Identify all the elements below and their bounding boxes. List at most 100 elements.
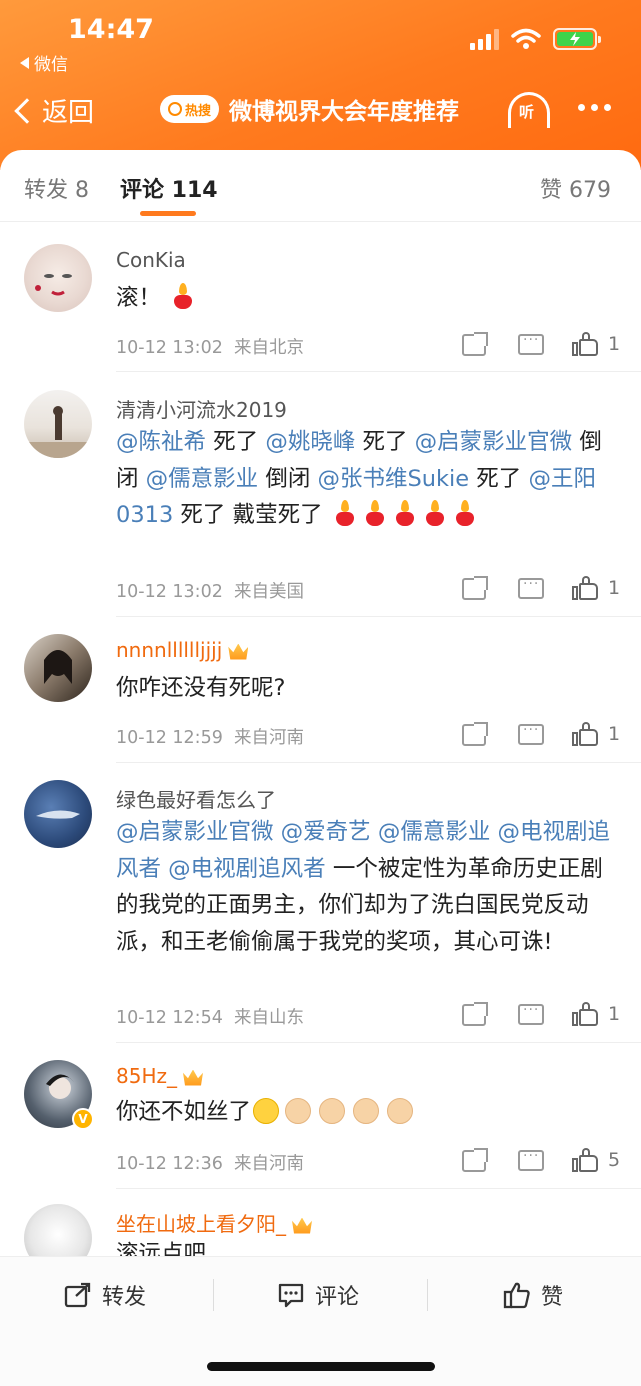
share-icon[interactable] [462, 1148, 488, 1172]
vip-crown-icon [183, 1069, 203, 1086]
mention-link[interactable]: @陈祉希 [116, 429, 206, 455]
share-icon[interactable] [462, 332, 488, 356]
search-icon [168, 102, 182, 116]
comment-meta: 10-12 12:36 来自河南 [116, 1154, 304, 1174]
mention-link[interactable]: @电视剧追风者 [168, 856, 326, 882]
status-icons [470, 28, 601, 50]
status-back-label: 微信 [34, 55, 68, 75]
nav-title-area[interactable]: 热搜 微博视界大会年度推荐 [160, 92, 459, 126]
comment-text: @陈祉希 死了 @姚晓峰 死了 @启蒙影业官微 倒闭 @儒意影业 倒闭 @张书维… [116, 429, 602, 528]
nav-title: 微博视界大会年度推荐 [229, 99, 460, 125]
like-icon[interactable] [572, 332, 598, 356]
back-label: 返回 [42, 98, 95, 128]
like-count: 1 [608, 333, 621, 355]
like-count: 1 [608, 1003, 621, 1025]
separator [213, 1279, 214, 1311]
thumbs-up-icon [503, 1282, 530, 1309]
ok-hand-emoji-icon [387, 1098, 414, 1124]
divider [116, 762, 641, 763]
tab-comments[interactable]: 评论 114 [120, 172, 218, 204]
candle-icon [423, 500, 447, 526]
header: 14:47 微信 返回 热搜 微博视界大会年度推荐 听 [0, 0, 641, 170]
reply-icon[interactable] [518, 332, 544, 355]
username[interactable]: 绿色最好看怎么了 [116, 784, 276, 813]
tab-likes[interactable]: 赞 679 [540, 172, 611, 204]
divider [116, 1042, 641, 1043]
share-icon[interactable] [462, 722, 488, 746]
divider [116, 371, 641, 372]
hot-search-badge: 热搜 [160, 95, 220, 123]
back-triangle-icon [20, 56, 29, 69]
more-options-icon[interactable] [578, 104, 611, 111]
mention-link[interactable]: @儒意影业 [146, 466, 259, 492]
username[interactable]: 坐在山坡上看夕阳_ [116, 1208, 312, 1237]
like-count: 5 [608, 1149, 621, 1171]
laugh-cry-emoji-icon [253, 1098, 280, 1124]
share-icon[interactable] [462, 576, 488, 600]
ok-hand-emoji-icon [285, 1098, 312, 1124]
share-icon[interactable] [462, 1002, 488, 1026]
status-time: 14:47 [68, 14, 154, 45]
repost-button[interactable]: 转发 [64, 1279, 146, 1311]
active-tab-indicator [140, 211, 196, 216]
ok-hand-emoji-icon [353, 1098, 380, 1124]
like-icon[interactable] [572, 1002, 598, 1026]
username[interactable]: 清清小河流水2019 [116, 394, 287, 423]
vip-crown-icon [292, 1217, 312, 1234]
avatar[interactable] [24, 780, 92, 848]
reply-icon[interactable] [518, 576, 544, 599]
mention-link[interactable]: @启蒙影业官微 [116, 819, 274, 845]
candle-icon [363, 500, 387, 526]
tab-repost[interactable]: 转发 8 [24, 172, 89, 204]
avatar[interactable] [24, 634, 92, 702]
mention-link[interactable]: @启蒙影业官微 [415, 429, 573, 455]
comment-text: 你还不如丝了 [116, 1094, 616, 1131]
comment-meta: 10-12 13:02 来自北京 [116, 338, 304, 358]
candle-icon [333, 500, 357, 526]
tab-bar: 转发 8 评论 114 赞 679 [0, 150, 641, 222]
comment-meta: 10-12 12:54 来自山东 [116, 1008, 304, 1028]
avatar[interactable] [24, 244, 92, 312]
comment-text: 滚！ [116, 280, 616, 317]
separator [427, 1279, 428, 1311]
mention-link[interactable]: @儒意影业 [378, 819, 491, 845]
comment-icon [278, 1283, 304, 1308]
like-count: 1 [608, 723, 621, 745]
like-icon[interactable] [572, 1148, 598, 1172]
username[interactable]: 85Hz_ [116, 1064, 203, 1088]
candle-icon [453, 500, 477, 526]
candle-icon [171, 283, 195, 309]
divider [116, 616, 641, 617]
verified-badge-icon: V [72, 1108, 94, 1130]
comment-meta: 10-12 12:59 来自河南 [116, 728, 304, 748]
ok-hand-emoji-icon [319, 1098, 346, 1124]
reply-icon[interactable] [518, 722, 544, 745]
username[interactable]: ConKia [116, 248, 186, 272]
comment-button[interactable]: 评论 [277, 1279, 359, 1311]
battery-icon [553, 28, 601, 50]
back-button[interactable]: 返回 [14, 92, 95, 129]
headphones-icon: 听 [519, 103, 535, 121]
reply-icon[interactable] [518, 1148, 544, 1171]
like-icon[interactable] [572, 576, 598, 600]
like-icon[interactable] [572, 722, 598, 746]
mention-link[interactable]: @爱奇艺 [281, 819, 371, 845]
like-button[interactable]: 赞 [503, 1279, 563, 1311]
username[interactable]: nnnnlllllljjjj [116, 638, 249, 662]
wifi-icon [511, 28, 541, 49]
repost-icon [64, 1282, 91, 1308]
listen-button[interactable]: 听 [508, 92, 550, 128]
avatar[interactable] [24, 390, 92, 458]
comment-text: 你咋还没有死呢? [116, 675, 286, 701]
reply-icon[interactable] [518, 1002, 544, 1025]
status-back-to-wechat[interactable]: 微信 [20, 50, 68, 75]
divider [116, 1188, 641, 1189]
signal-icon [470, 28, 499, 50]
like-count: 1 [608, 577, 621, 599]
comment-sheet: 转发 8 评论 114 赞 679 [0, 150, 641, 1386]
mention-link[interactable]: @姚晓峰 [265, 429, 355, 455]
comment-meta: 10-12 13:02 来自美国 [116, 582, 304, 602]
mention-link[interactable]: @张书维Sukie [317, 466, 469, 492]
vip-crown-icon [228, 643, 249, 660]
home-indicator [207, 1362, 435, 1371]
